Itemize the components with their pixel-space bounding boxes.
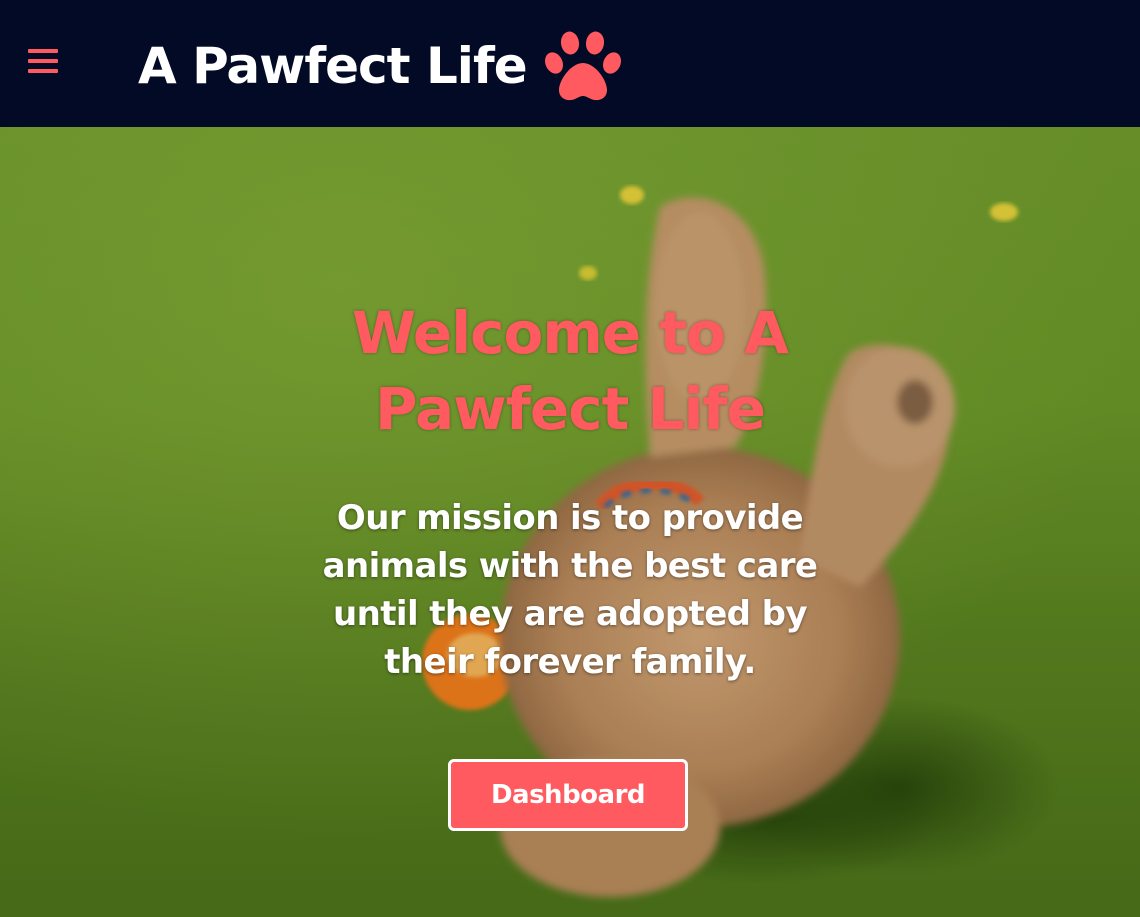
paw-print-icon [544, 31, 621, 101]
hamburger-menu-icon[interactable] [28, 47, 58, 75]
hero-section: Welcome to A Pawfect Life Our mission is… [0, 127, 1140, 917]
brand-logo[interactable]: A Pawfect Life [138, 30, 625, 102]
brand-title: A Pawfect Life [138, 37, 528, 95]
hero-title: Welcome to A Pawfect Life [352, 299, 789, 443]
dashboard-button[interactable]: Dashboard [448, 759, 688, 831]
hero-subtitle: Our mission is to provide animals with t… [322, 498, 818, 682]
top-navbar: A Pawfect Life [0, 0, 1140, 127]
hero-content: Welcome to A Pawfect Life Our mission is… [270, 295, 870, 686]
